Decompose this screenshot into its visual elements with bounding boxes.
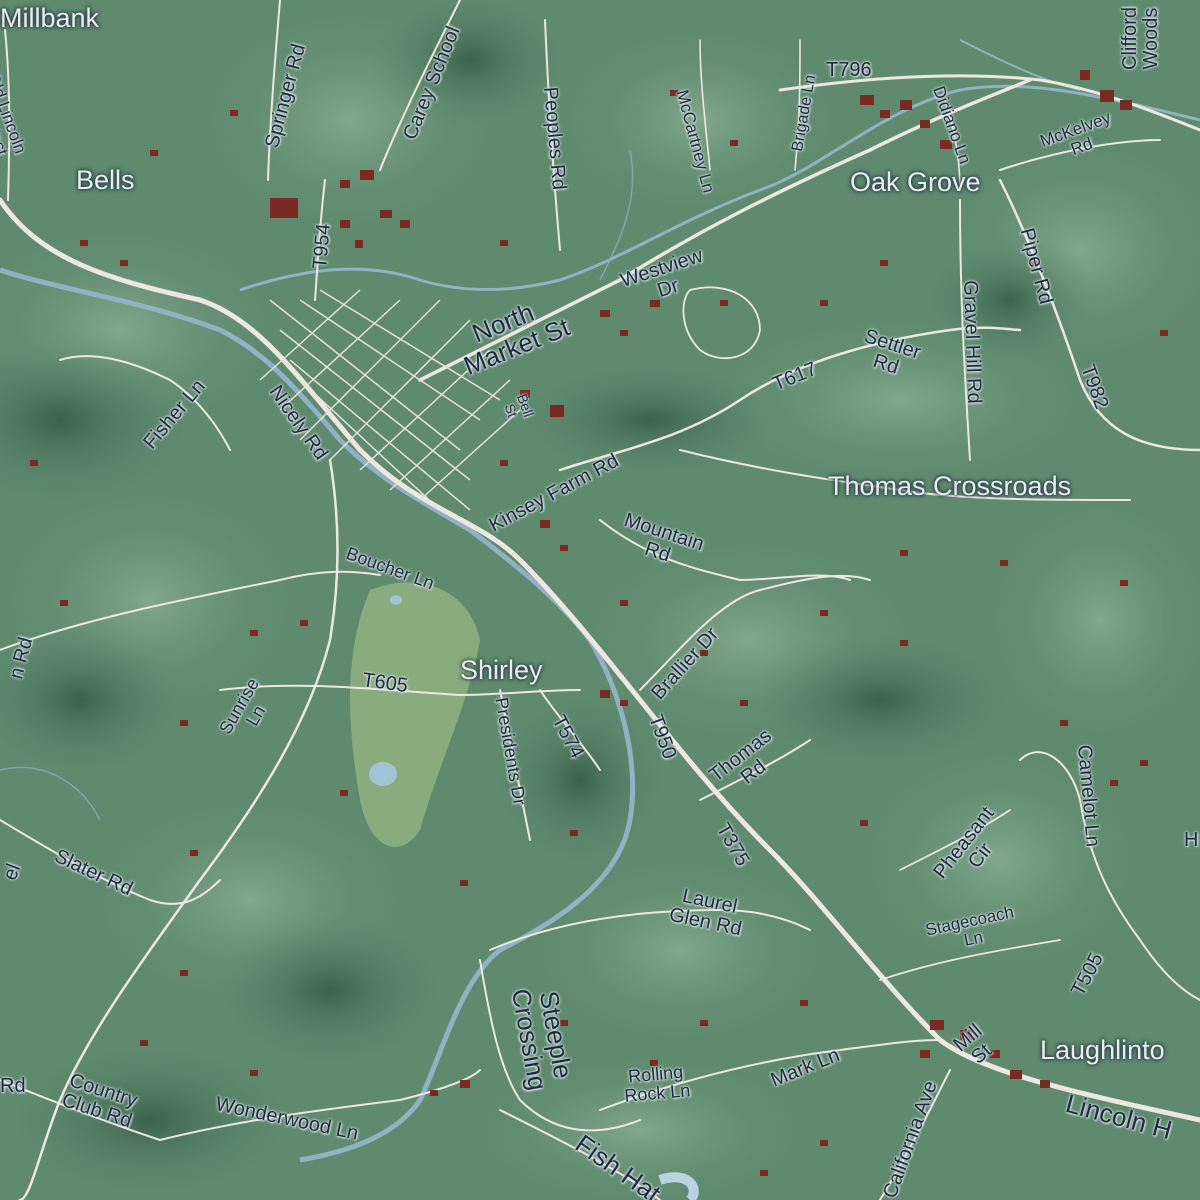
place-label-bells: Bells (76, 165, 135, 195)
place-label-shirley: Shirley (460, 655, 543, 685)
road-label-t796: T796 (826, 59, 872, 81)
road-label-t954: T954 (309, 222, 335, 270)
road-label-line: Clifford (1119, 7, 1141, 70)
road-label-line: Woods (1140, 7, 1162, 70)
road-label-right-h: H (1184, 829, 1199, 851)
place-label-oak-grove: Oak Grove (850, 167, 981, 197)
road-label-gravel-hill-rd: Gravel Hill Rd (959, 279, 986, 405)
place-label-millbank: Millbank (0, 3, 100, 33)
road-label-rolling-rock-ln: Rolling Rock Ln (622, 1062, 692, 1106)
road-label-left-rd-lower: Rd (0, 1075, 26, 1097)
terrain-layer (0, 0, 1200, 1200)
road-label-clifford-woods: Clifford Woods (1119, 7, 1162, 70)
place-label-thomas-crossroads: Thomas Crossroads (828, 471, 1072, 501)
place-label-laughlintown: Laughlinto (1040, 1035, 1165, 1065)
map-view[interactable]: Millbank Bells Oak Grove Thomas Crossroa… (0, 0, 1200, 1200)
